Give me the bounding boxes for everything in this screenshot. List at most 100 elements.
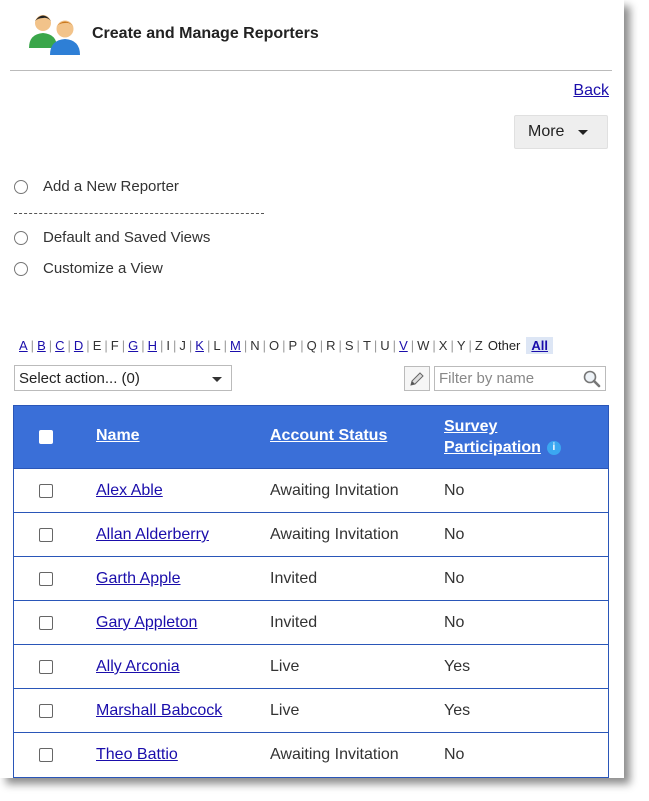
column-header-survey-participation[interactable]: Survey Participation i	[444, 416, 561, 458]
account-status: Awaiting Invitation	[270, 746, 399, 763]
letter-separator: |	[223, 338, 227, 353]
letter-separator: |	[282, 338, 286, 353]
caret-down-icon	[578, 129, 589, 135]
letter-separator: |	[104, 338, 108, 353]
letter-separator: |	[48, 338, 53, 353]
option-label: Customize a View	[43, 260, 163, 277]
reporter-name-link[interactable]: Allan Alderberry	[96, 526, 209, 544]
letter-r: R	[326, 338, 336, 353]
reporter-name-link[interactable]: Alex Able	[96, 482, 163, 500]
reporter-name-link[interactable]: Marshall Babcock	[96, 702, 222, 720]
select-all-checkbox[interactable]	[39, 430, 53, 444]
reporters-panel: Create and Manage Reporters Back More Ad…	[0, 0, 624, 778]
table-row: Marshall Babcock Live Yes	[14, 688, 608, 733]
page-title: Create and Manage Reporters	[92, 25, 319, 42]
pencil-icon	[410, 371, 424, 386]
alphabet-filter: A | B | C | D | E | F | G | H | I | J | K | L | M | N | O | P | Q | R | S | T |…	[18, 337, 554, 354]
reporter-name-link[interactable]: Theo Battio	[96, 746, 178, 764]
edit-button[interactable]	[404, 366, 430, 391]
account-status: Invited	[270, 570, 318, 587]
letter-b[interactable]: B	[36, 338, 47, 353]
letter-v[interactable]: V	[398, 338, 409, 353]
row-checkbox[interactable]	[39, 748, 53, 762]
letter-separator: |	[141, 338, 145, 353]
table-row: Alex Able Awaiting Invitation No	[14, 468, 608, 513]
column-header-account-status[interactable]: Account Status	[270, 427, 387, 445]
letter-j: J	[179, 338, 186, 353]
letter-separator: |	[338, 338, 342, 353]
filter-input[interactable]	[439, 370, 579, 387]
letter-other: Other	[487, 338, 521, 353]
reporter-name-link[interactable]: Garth Apple	[96, 570, 181, 588]
reporter-name-link[interactable]: Ally Arconia	[96, 658, 180, 676]
letter-c[interactable]: C	[54, 338, 65, 353]
select-action-label: Select action... (0)	[19, 369, 140, 387]
letter-separator: |	[160, 338, 164, 353]
table-row: Ally Arconia Live Yes	[14, 644, 608, 689]
more-button[interactable]: More	[514, 115, 608, 149]
survey-participation: Yes	[444, 658, 471, 675]
option-label: Add a New Reporter	[43, 178, 179, 195]
users-icon	[26, 12, 84, 56]
letter-separator: |	[319, 338, 324, 353]
option-customize-view[interactable]: Customize a View	[14, 260, 163, 277]
letter-a[interactable]: A	[18, 338, 29, 353]
letter-separator: |	[373, 338, 378, 353]
letter-w: W	[417, 338, 430, 353]
radio-button[interactable]	[14, 261, 28, 276]
letter-separator: |	[468, 338, 472, 353]
back-link[interactable]: Back	[573, 82, 609, 100]
letter-separator: |	[206, 338, 211, 353]
page-header: Create and Manage Reporters	[26, 12, 319, 56]
survey-header-line1: Survey	[444, 418, 498, 435]
letter-u: U	[380, 338, 390, 353]
letter-separator: |	[67, 338, 71, 353]
column-header-name[interactable]: Name	[96, 427, 140, 445]
letter-y: Y	[456, 338, 466, 353]
letter-z: Z	[474, 338, 483, 353]
letter-separator: |	[86, 338, 90, 353]
radio-button[interactable]	[14, 230, 28, 245]
row-checkbox[interactable]	[39, 572, 53, 586]
letter-g[interactable]: G	[127, 338, 139, 353]
letter-f: F	[110, 338, 119, 353]
letter-h[interactable]: H	[147, 338, 158, 353]
letter-x: X	[438, 338, 448, 353]
search-icon[interactable]	[582, 369, 602, 393]
option-label: Default and Saved Views	[43, 229, 211, 246]
table-row: Gary Appleton Invited No	[14, 600, 608, 645]
letter-separator: |	[262, 338, 266, 353]
row-checkbox[interactable]	[39, 528, 53, 542]
radio-button[interactable]	[14, 179, 28, 194]
letter-separator: |	[392, 338, 397, 353]
letter-m[interactable]: M	[229, 338, 242, 353]
row-checkbox[interactable]	[39, 484, 53, 498]
letter-separator: |	[30, 338, 35, 353]
letter-separator: |	[173, 338, 177, 353]
survey-participation: No	[444, 526, 465, 543]
letter-d[interactable]: D	[73, 338, 84, 353]
account-status: Live	[270, 658, 300, 675]
select-action-dropdown[interactable]: Select action... (0)	[14, 365, 232, 391]
row-checkbox[interactable]	[39, 660, 53, 674]
reporter-name-link[interactable]: Gary Appleton	[96, 614, 197, 632]
survey-participation: Yes	[444, 702, 471, 719]
info-icon[interactable]: i	[546, 440, 561, 455]
letter-all[interactable]: All	[526, 337, 554, 354]
letter-o: O	[269, 338, 280, 353]
filter-box	[434, 366, 606, 391]
letter-k[interactable]: K	[194, 338, 205, 353]
option-default-views[interactable]: Default and Saved Views	[14, 229, 210, 246]
account-status: Awaiting Invitation	[270, 526, 399, 543]
row-checkbox[interactable]	[39, 616, 53, 630]
row-checkbox[interactable]	[39, 704, 53, 718]
dropdown-arrow-icon	[212, 377, 222, 382]
survey-participation: No	[444, 482, 465, 499]
account-status: Invited	[270, 614, 318, 631]
survey-header-line2: Participation	[444, 439, 541, 456]
option-add-reporter[interactable]: Add a New Reporter	[14, 178, 179, 195]
reporters-table: Name Account Status Survey Participation…	[13, 405, 609, 778]
letter-separator: |	[300, 338, 304, 353]
more-label: More	[528, 123, 565, 140]
letter-separator: |	[432, 338, 436, 353]
